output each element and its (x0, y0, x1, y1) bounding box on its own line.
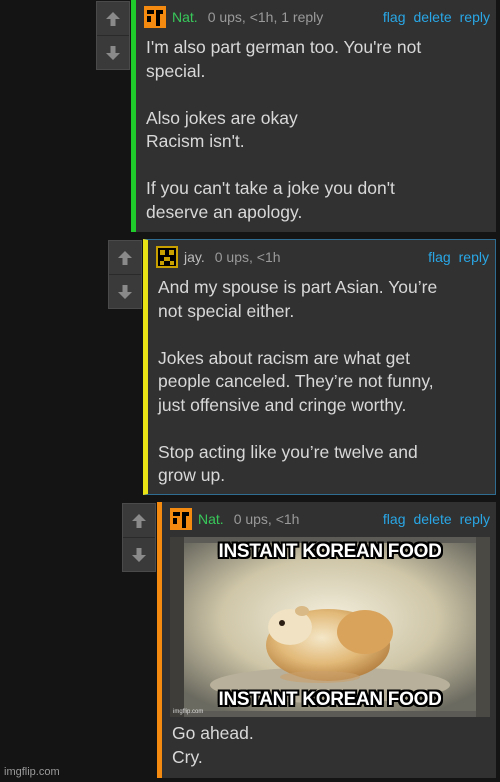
comment-3: Nat. 0 ups, <1h flag delete reply INSTAN… (157, 502, 496, 778)
flag-link[interactable]: flag (383, 511, 406, 527)
flag-link[interactable]: flag (383, 9, 406, 25)
comment-actions: flag reply (428, 249, 489, 265)
meme-watermark: imgflip.com (173, 709, 204, 715)
arrow-down-icon (118, 284, 132, 299)
username-link[interactable]: Nat. (172, 9, 198, 25)
comment-actions: flag delete reply (383, 511, 490, 527)
vote-box-3 (122, 503, 156, 572)
reply-link[interactable]: reply (459, 249, 489, 265)
user-avatar[interactable] (144, 6, 166, 28)
arrow-down-icon (106, 45, 120, 60)
arrow-up-icon (118, 250, 132, 265)
downvote-button[interactable] (97, 35, 129, 69)
comment-1: Nat. 0 ups, <1h, 1 reply flag delete rep… (131, 0, 496, 232)
reply-link[interactable]: reply (460, 511, 490, 527)
arrow-up-icon (106, 11, 120, 26)
flag-link[interactable]: flag (428, 249, 451, 265)
comment-text: I'm also part german too. You're not spe… (146, 37, 422, 222)
comment-meta: 0 ups, <1h, 1 reply (207, 9, 324, 25)
vote-box-2 (108, 240, 142, 309)
reply-link[interactable]: reply (460, 9, 490, 25)
delete-link[interactable]: delete (413, 511, 451, 527)
username-link[interactable]: Nat. (198, 511, 224, 527)
upvote-button[interactable] (109, 241, 141, 274)
vote-box-1 (96, 1, 130, 70)
comment-2: jay. 0 ups, <1h flag reply And my spouse… (143, 239, 496, 495)
user-avatar[interactable] (170, 508, 192, 530)
comment-meta: 0 ups, <1h (233, 511, 300, 527)
upvote-button[interactable] (123, 504, 155, 537)
downvote-button[interactable] (123, 537, 155, 571)
comment-text: Go ahead. Cry. (172, 723, 254, 767)
comment-actions: flag delete reply (383, 9, 490, 25)
comment-header: jay. 0 ups, <1h flag reply (156, 246, 489, 268)
comment-text: And my spouse is part Asian. You’re not … (158, 277, 438, 485)
imgflip-watermark: imgflip.com (4, 766, 60, 778)
delete-link[interactable]: delete (413, 9, 451, 25)
comment-header: Nat. 0 ups, <1h flag delete reply (170, 508, 490, 530)
upvote-button[interactable] (97, 2, 129, 35)
meme-image[interactable]: INSTANT KOREAN FOOD INSTANT KOREAN FOOD … (170, 537, 490, 717)
arrow-down-icon (132, 547, 146, 562)
downvote-button[interactable] (109, 274, 141, 308)
user-avatar[interactable] (156, 246, 178, 268)
meme-top-caption: INSTANT KOREAN FOOD (218, 541, 442, 562)
username-link[interactable]: jay. (184, 249, 205, 265)
comment-meta: 0 ups, <1h (214, 249, 281, 265)
meme-bottom-caption: INSTANT KOREAN FOOD (218, 689, 442, 710)
comment-header: Nat. 0 ups, <1h, 1 reply flag delete rep… (144, 6, 490, 28)
arrow-up-icon (132, 513, 146, 528)
